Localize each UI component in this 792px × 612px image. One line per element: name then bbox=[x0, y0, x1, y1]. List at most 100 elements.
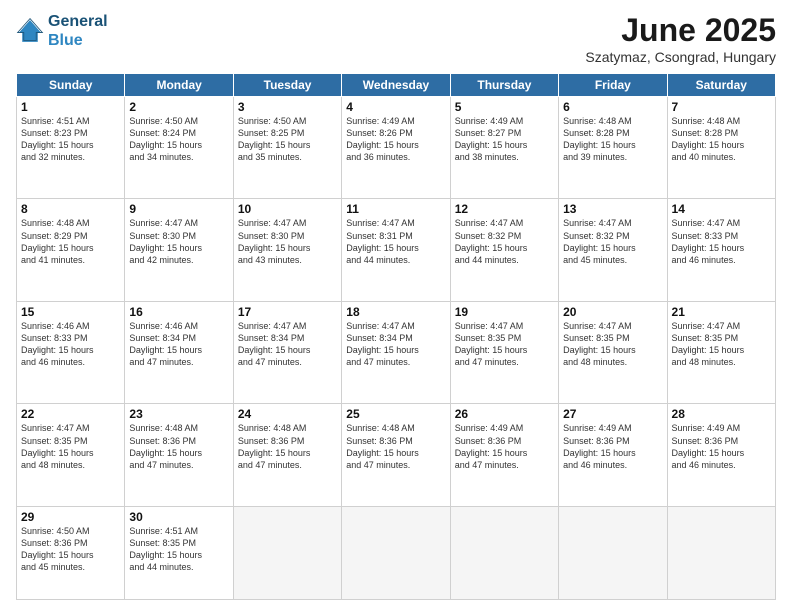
day-number: 8 bbox=[21, 202, 120, 216]
table-row: 7Sunrise: 4:48 AM Sunset: 8:28 PM Daylig… bbox=[667, 97, 775, 199]
day-number: 18 bbox=[346, 305, 445, 319]
table-row: 29Sunrise: 4:50 AM Sunset: 8:36 PM Dayli… bbox=[17, 506, 125, 599]
day-number: 14 bbox=[672, 202, 771, 216]
day-number: 21 bbox=[672, 305, 771, 319]
page: General Blue June 2025 Szatymaz, Csongra… bbox=[0, 0, 792, 612]
cell-info: Sunrise: 4:51 AM Sunset: 8:35 PM Dayligh… bbox=[129, 525, 228, 574]
day-number: 17 bbox=[238, 305, 337, 319]
cell-info: Sunrise: 4:47 AM Sunset: 8:34 PM Dayligh… bbox=[346, 320, 445, 369]
day-number: 11 bbox=[346, 202, 445, 216]
day-number: 24 bbox=[238, 407, 337, 421]
calendar-week-row: 1Sunrise: 4:51 AM Sunset: 8:23 PM Daylig… bbox=[17, 97, 776, 199]
table-row: 17Sunrise: 4:47 AM Sunset: 8:34 PM Dayli… bbox=[233, 301, 341, 403]
header-sunday: Sunday bbox=[17, 74, 125, 97]
day-number: 1 bbox=[21, 100, 120, 114]
subtitle: Szatymaz, Csongrad, Hungary bbox=[585, 49, 776, 65]
table-row: 8Sunrise: 4:48 AM Sunset: 8:29 PM Daylig… bbox=[17, 199, 125, 301]
day-number: 4 bbox=[346, 100, 445, 114]
day-number: 26 bbox=[455, 407, 554, 421]
table-row bbox=[559, 506, 667, 599]
header-friday: Friday bbox=[559, 74, 667, 97]
table-row bbox=[667, 506, 775, 599]
day-number: 5 bbox=[455, 100, 554, 114]
table-row: 28Sunrise: 4:49 AM Sunset: 8:36 PM Dayli… bbox=[667, 404, 775, 506]
day-number: 27 bbox=[563, 407, 662, 421]
cell-info: Sunrise: 4:47 AM Sunset: 8:30 PM Dayligh… bbox=[129, 217, 228, 266]
title-block: June 2025 Szatymaz, Csongrad, Hungary bbox=[585, 12, 776, 65]
table-row: 22Sunrise: 4:47 AM Sunset: 8:35 PM Dayli… bbox=[17, 404, 125, 506]
table-row: 24Sunrise: 4:48 AM Sunset: 8:36 PM Dayli… bbox=[233, 404, 341, 506]
cell-info: Sunrise: 4:51 AM Sunset: 8:23 PM Dayligh… bbox=[21, 115, 120, 164]
day-number: 12 bbox=[455, 202, 554, 216]
cell-info: Sunrise: 4:47 AM Sunset: 8:32 PM Dayligh… bbox=[455, 217, 554, 266]
day-number: 3 bbox=[238, 100, 337, 114]
table-row: 11Sunrise: 4:47 AM Sunset: 8:31 PM Dayli… bbox=[342, 199, 450, 301]
table-row: 27Sunrise: 4:49 AM Sunset: 8:36 PM Dayli… bbox=[559, 404, 667, 506]
table-row: 9Sunrise: 4:47 AM Sunset: 8:30 PM Daylig… bbox=[125, 199, 233, 301]
cell-info: Sunrise: 4:48 AM Sunset: 8:29 PM Dayligh… bbox=[21, 217, 120, 266]
cell-info: Sunrise: 4:47 AM Sunset: 8:31 PM Dayligh… bbox=[346, 217, 445, 266]
day-number: 20 bbox=[563, 305, 662, 319]
table-row: 26Sunrise: 4:49 AM Sunset: 8:36 PM Dayli… bbox=[450, 404, 558, 506]
header-saturday: Saturday bbox=[667, 74, 775, 97]
day-number: 30 bbox=[129, 510, 228, 524]
calendar-header-row: Sunday Monday Tuesday Wednesday Thursday… bbox=[17, 74, 776, 97]
day-number: 10 bbox=[238, 202, 337, 216]
cell-info: Sunrise: 4:50 AM Sunset: 8:24 PM Dayligh… bbox=[129, 115, 228, 164]
cell-info: Sunrise: 4:47 AM Sunset: 8:32 PM Dayligh… bbox=[563, 217, 662, 266]
cell-info: Sunrise: 4:47 AM Sunset: 8:35 PM Dayligh… bbox=[21, 422, 120, 471]
cell-info: Sunrise: 4:49 AM Sunset: 8:36 PM Dayligh… bbox=[672, 422, 771, 471]
day-number: 13 bbox=[563, 202, 662, 216]
table-row bbox=[342, 506, 450, 599]
table-row: 13Sunrise: 4:47 AM Sunset: 8:32 PM Dayli… bbox=[559, 199, 667, 301]
header: General Blue June 2025 Szatymaz, Csongra… bbox=[16, 12, 776, 65]
calendar-table: Sunday Monday Tuesday Wednesday Thursday… bbox=[16, 73, 776, 600]
cell-info: Sunrise: 4:48 AM Sunset: 8:28 PM Dayligh… bbox=[672, 115, 771, 164]
calendar-week-row: 22Sunrise: 4:47 AM Sunset: 8:35 PM Dayli… bbox=[17, 404, 776, 506]
cell-info: Sunrise: 4:48 AM Sunset: 8:36 PM Dayligh… bbox=[238, 422, 337, 471]
table-row: 4Sunrise: 4:49 AM Sunset: 8:26 PM Daylig… bbox=[342, 97, 450, 199]
cell-info: Sunrise: 4:47 AM Sunset: 8:35 PM Dayligh… bbox=[563, 320, 662, 369]
cell-info: Sunrise: 4:47 AM Sunset: 8:33 PM Dayligh… bbox=[672, 217, 771, 266]
calendar-week-row: 29Sunrise: 4:50 AM Sunset: 8:36 PM Dayli… bbox=[17, 506, 776, 599]
cell-info: Sunrise: 4:48 AM Sunset: 8:36 PM Dayligh… bbox=[346, 422, 445, 471]
cell-info: Sunrise: 4:49 AM Sunset: 8:26 PM Dayligh… bbox=[346, 115, 445, 164]
logo: General Blue bbox=[16, 12, 108, 50]
header-tuesday: Tuesday bbox=[233, 74, 341, 97]
cell-info: Sunrise: 4:46 AM Sunset: 8:34 PM Dayligh… bbox=[129, 320, 228, 369]
day-number: 15 bbox=[21, 305, 120, 319]
table-row: 1Sunrise: 4:51 AM Sunset: 8:23 PM Daylig… bbox=[17, 97, 125, 199]
table-row: 3Sunrise: 4:50 AM Sunset: 8:25 PM Daylig… bbox=[233, 97, 341, 199]
day-number: 9 bbox=[129, 202, 228, 216]
cell-info: Sunrise: 4:50 AM Sunset: 8:36 PM Dayligh… bbox=[21, 525, 120, 574]
day-number: 22 bbox=[21, 407, 120, 421]
table-row: 23Sunrise: 4:48 AM Sunset: 8:36 PM Dayli… bbox=[125, 404, 233, 506]
day-number: 28 bbox=[672, 407, 771, 421]
table-row bbox=[450, 506, 558, 599]
day-number: 16 bbox=[129, 305, 228, 319]
table-row bbox=[233, 506, 341, 599]
table-row: 12Sunrise: 4:47 AM Sunset: 8:32 PM Dayli… bbox=[450, 199, 558, 301]
table-row: 2Sunrise: 4:50 AM Sunset: 8:24 PM Daylig… bbox=[125, 97, 233, 199]
table-row: 30Sunrise: 4:51 AM Sunset: 8:35 PM Dayli… bbox=[125, 506, 233, 599]
table-row: 10Sunrise: 4:47 AM Sunset: 8:30 PM Dayli… bbox=[233, 199, 341, 301]
table-row: 20Sunrise: 4:47 AM Sunset: 8:35 PM Dayli… bbox=[559, 301, 667, 403]
table-row: 14Sunrise: 4:47 AM Sunset: 8:33 PM Dayli… bbox=[667, 199, 775, 301]
header-thursday: Thursday bbox=[450, 74, 558, 97]
cell-info: Sunrise: 4:49 AM Sunset: 8:27 PM Dayligh… bbox=[455, 115, 554, 164]
main-title: June 2025 bbox=[585, 12, 776, 49]
cell-info: Sunrise: 4:50 AM Sunset: 8:25 PM Dayligh… bbox=[238, 115, 337, 164]
cell-info: Sunrise: 4:47 AM Sunset: 8:35 PM Dayligh… bbox=[672, 320, 771, 369]
day-number: 25 bbox=[346, 407, 445, 421]
cell-info: Sunrise: 4:46 AM Sunset: 8:33 PM Dayligh… bbox=[21, 320, 120, 369]
day-number: 2 bbox=[129, 100, 228, 114]
table-row: 25Sunrise: 4:48 AM Sunset: 8:36 PM Dayli… bbox=[342, 404, 450, 506]
logo-icon bbox=[16, 17, 44, 45]
day-number: 7 bbox=[672, 100, 771, 114]
table-row: 16Sunrise: 4:46 AM Sunset: 8:34 PM Dayli… bbox=[125, 301, 233, 403]
cell-info: Sunrise: 4:49 AM Sunset: 8:36 PM Dayligh… bbox=[563, 422, 662, 471]
cell-info: Sunrise: 4:48 AM Sunset: 8:36 PM Dayligh… bbox=[129, 422, 228, 471]
calendar-week-row: 8Sunrise: 4:48 AM Sunset: 8:29 PM Daylig… bbox=[17, 199, 776, 301]
table-row: 21Sunrise: 4:47 AM Sunset: 8:35 PM Dayli… bbox=[667, 301, 775, 403]
table-row: 6Sunrise: 4:48 AM Sunset: 8:28 PM Daylig… bbox=[559, 97, 667, 199]
